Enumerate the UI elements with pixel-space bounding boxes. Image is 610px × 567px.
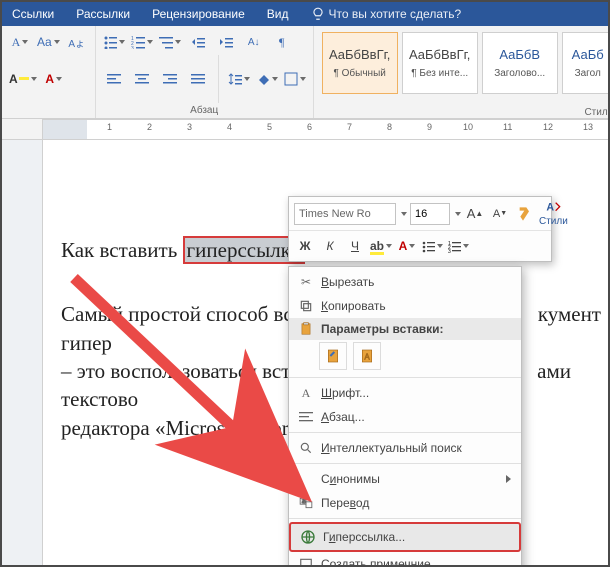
smart-lookup-icon: [295, 441, 317, 455]
menu-trans-rest: од: [356, 496, 369, 510]
menu-comment-rest: ние: [411, 557, 431, 567]
increase-indent-button[interactable]: [214, 30, 238, 54]
bullets-button[interactable]: [102, 30, 126, 54]
align-right-button[interactable]: [158, 67, 182, 91]
menu-hyper-rest: перссылка...: [336, 530, 406, 544]
mini-styles-button[interactable]: A Стили: [539, 200, 568, 227]
menu-syn-rest: нонимы: [336, 472, 380, 486]
copy-icon: [295, 299, 317, 313]
borders-button[interactable]: [283, 67, 307, 91]
menu-cut[interactable]: ✂ Вырезать: [289, 270, 521, 294]
underline-button[interactable]: Ч: [344, 234, 366, 258]
menu-font-rest: рифт...: [332, 386, 369, 400]
paste-text-only[interactable]: A: [353, 342, 381, 370]
paragraph-dialog-icon: [295, 411, 317, 423]
style-heading1[interactable]: АаБбВЗаголово...: [482, 32, 558, 94]
menu-paragraph[interactable]: Абзац...: [289, 405, 521, 429]
bold-button[interactable]: Ж: [294, 234, 316, 258]
vertical-ruler[interactable]: [2, 140, 43, 565]
shading-button[interactable]: [255, 67, 279, 91]
menu-copy[interactable]: Копировать: [289, 294, 521, 318]
translate-icon: あ: [295, 496, 317, 510]
paragraph-group-label: Абзац: [102, 103, 307, 116]
style-normal[interactable]: АаБбВвГг,¶ Обычный: [322, 32, 398, 94]
line-spacing-button[interactable]: [227, 67, 251, 91]
menu-synonyms[interactable]: Синонимы: [289, 467, 521, 491]
sort-button[interactable]: A↓: [242, 30, 266, 54]
font-color-button[interactable]: A: [42, 67, 66, 91]
menu-new-comment[interactable]: Создать примечние: [289, 552, 521, 567]
ruler[interactable]: 1 2 3 4 5 6 7 8 9 10 11 12 13: [2, 119, 608, 140]
selected-text[interactable]: гиперссылку: [183, 236, 306, 264]
menu-paragraph-rest: бзац...: [329, 410, 365, 424]
tell-me-search[interactable]: Что вы хотите сделать?: [311, 7, 484, 21]
menu-smart-rest: нтеллектуальный поиск: [330, 441, 462, 455]
menu-hyperlink[interactable]: Гиперссылка...: [289, 522, 521, 552]
menu-translate[interactable]: あ Перевод: [289, 491, 521, 515]
bullets-mini-button[interactable]: [421, 234, 444, 258]
text-highlight-mini-button[interactable]: ab: [369, 234, 393, 258]
font-size-input[interactable]: [410, 203, 450, 225]
numbering-mini-button[interactable]: 123: [447, 234, 470, 258]
comment-icon: [295, 557, 317, 567]
tab-review[interactable]: Рецензирование: [152, 7, 245, 21]
phonetic-guide-button[interactable]: Aょ: [65, 30, 89, 54]
ribbon: A Aa Aょ A A 123 A↓ ¶: [2, 26, 608, 119]
paste-keep-source[interactable]: [319, 342, 347, 370]
context-menu: ✂ Вырезать Копировать Параметры вставки:…: [288, 266, 522, 567]
menu-smart-lookup[interactable]: Интеллектуальный поиск: [289, 436, 521, 460]
show-paragraph-marks-button[interactable]: ¶: [270, 30, 294, 54]
tab-view[interactable]: Вид: [267, 7, 289, 21]
shrink-font-button[interactable]: A▼: [489, 202, 511, 226]
justify-button[interactable]: [186, 67, 210, 91]
hyperlink-icon: [297, 529, 319, 545]
font-name-input[interactable]: [294, 203, 396, 225]
font-group-label: [8, 103, 89, 116]
grow-font-button[interactable]: A▲: [464, 202, 486, 226]
align-center-button[interactable]: [130, 67, 154, 91]
svg-text:3: 3: [448, 249, 451, 253]
multilevel-list-button[interactable]: [158, 30, 182, 54]
menu-cut-rest: ырезать: [329, 275, 374, 289]
menu-font[interactable]: A Шрифт...: [289, 381, 521, 405]
text-highlight-button[interactable]: A: [8, 67, 38, 91]
paste-options-row: A: [289, 340, 521, 374]
svg-text:3: 3: [131, 46, 134, 49]
change-case-button[interactable]: Aa: [36, 30, 61, 54]
decrease-indent-button[interactable]: [186, 30, 210, 54]
ribbon-tabs: Ссылки Рассылки Рецензирование Вид Что в…: [2, 2, 608, 26]
tab-mailings[interactable]: Рассылки: [76, 7, 130, 21]
font-dialog-icon: A: [295, 386, 317, 401]
style-heading2[interactable]: АаБбЗагол: [562, 32, 610, 94]
mini-toolbar: A▲ A▼ A Стили Ж К Ч ab A 123: [288, 196, 552, 262]
align-left-button[interactable]: [102, 67, 126, 91]
svg-text:A: A: [364, 352, 370, 361]
tab-references[interactable]: Ссылки: [12, 7, 54, 21]
styles-group-label: Стил: [314, 105, 610, 118]
italic-button[interactable]: К: [319, 234, 341, 258]
menu-copy-rest: опировать: [328, 299, 386, 313]
scissors-icon: ✂: [295, 275, 317, 289]
numbering-button[interactable]: 123: [130, 30, 154, 54]
styles-gallery: АаБбВвГг,¶ Обычный АаБбВвГг,¶ Без инте..…: [314, 26, 610, 94]
submenu-arrow-icon: [506, 475, 511, 483]
svg-text:A: A: [547, 202, 555, 214]
clipboard-icon: [295, 322, 317, 336]
clear-formatting-button[interactable]: A: [8, 30, 32, 54]
style-no-spacing[interactable]: АаБбВвГг,¶ Без инте...: [402, 32, 478, 94]
menu-paste-options-header: Параметры вставки:: [289, 318, 521, 340]
format-painter-button[interactable]: [514, 202, 536, 226]
font-color-mini-button[interactable]: A: [396, 234, 418, 258]
